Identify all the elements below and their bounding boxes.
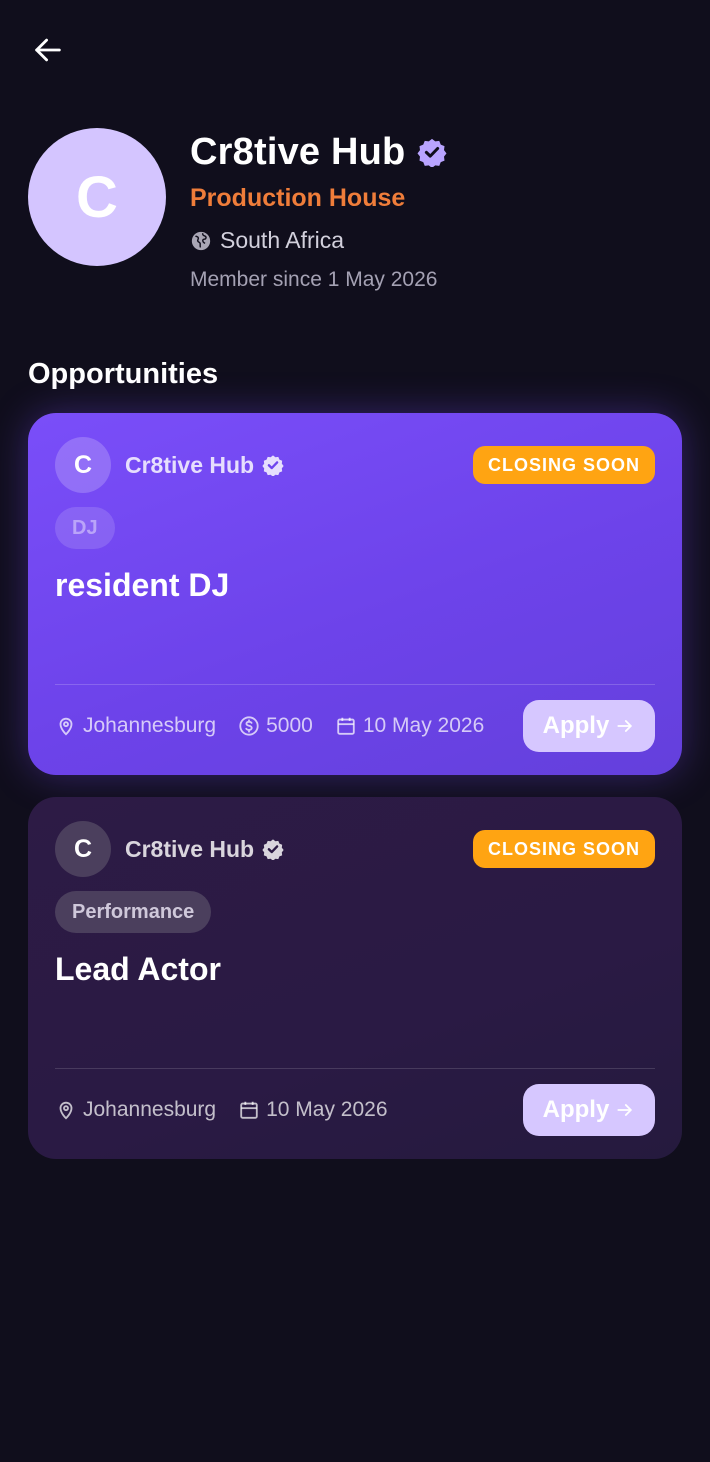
opportunity-title: resident DJ [55, 567, 230, 603]
profile-info: Cr8tive Hub Production House South Afric… [190, 128, 447, 292]
card-header: C Cr8tive Hub CLOSING SOON [55, 821, 655, 877]
company-name[interactable]: Cr8tive Hub [125, 452, 254, 479]
company-avatar: C [55, 821, 111, 877]
apply-label: Apply [542, 1096, 610, 1123]
meta-date: 10 May 2026 [238, 1098, 388, 1122]
globe-icon [191, 231, 211, 250]
apply-label: Apply [542, 712, 610, 739]
location-pin-icon [59, 717, 73, 736]
profile-screen: C Cr8tive Hub Production House South Afr… [0, 0, 710, 1462]
profile-name: Cr8tive Hub [190, 130, 406, 173]
card-footer: Johannesburg 10 May 2026 Apply [55, 1068, 655, 1149]
location-pin-icon [59, 1101, 73, 1120]
category-tag: DJ [55, 507, 115, 549]
meta-location: Johannesburg [55, 714, 216, 738]
meta-pay-text: 5000 [266, 714, 313, 737]
verified-badge-icon [262, 454, 284, 476]
opportunity-card[interactable]: C Cr8tive Hub CLOSING SOON Performance L… [28, 797, 682, 1159]
profile-avatar: C [28, 128, 166, 266]
profile-location: South Africa [190, 227, 447, 254]
verified-badge-icon [417, 137, 447, 167]
meta-date-text: 10 May 2026 [362, 714, 485, 737]
calendar-icon [337, 717, 355, 735]
member-since: Member since 1 May 2026 [190, 268, 438, 291]
card-footer: Johannesburg 5000 10 May 2026 Apply [55, 684, 655, 765]
arrow-right-icon [615, 716, 635, 736]
card-header: C Cr8tive Hub CLOSING SOON [55, 437, 655, 493]
company-avatar: C [55, 437, 111, 493]
meta-location: Johannesburg [55, 1098, 216, 1122]
apply-button[interactable]: Apply [523, 1084, 655, 1136]
arrow-left-icon [35, 38, 61, 62]
verified-badge-icon [262, 838, 284, 860]
meta-location-text: Johannesburg [83, 714, 217, 737]
apply-button[interactable]: Apply [523, 700, 655, 752]
opportunity-card[interactable]: C Cr8tive Hub CLOSING SOON DJ resident D… [28, 413, 682, 775]
opportunity-title: Lead Actor [55, 951, 221, 987]
meta-pay: 5000 [238, 714, 313, 738]
arrow-right-icon [615, 1100, 635, 1120]
meta-location-text: Johannesburg [83, 1098, 217, 1121]
profile-location-text: South Africa [220, 227, 345, 253]
category-tag: Performance [55, 891, 212, 933]
back-button[interactable] [26, 28, 70, 72]
meta-date-text: 10 May 2026 [266, 1098, 388, 1121]
meta-date: 10 May 2026 [335, 714, 484, 738]
company-name[interactable]: Cr8tive Hub [125, 836, 254, 863]
dollar-circle-icon [239, 716, 259, 736]
status-badge: CLOSING SOON [472, 830, 655, 868]
section-title: Opportunities [28, 358, 219, 390]
calendar-icon [240, 1101, 258, 1119]
profile-type: Production House [190, 184, 406, 212]
status-badge: CLOSING SOON [472, 446, 655, 484]
profile-name-row: Cr8tive Hub [190, 128, 447, 176]
